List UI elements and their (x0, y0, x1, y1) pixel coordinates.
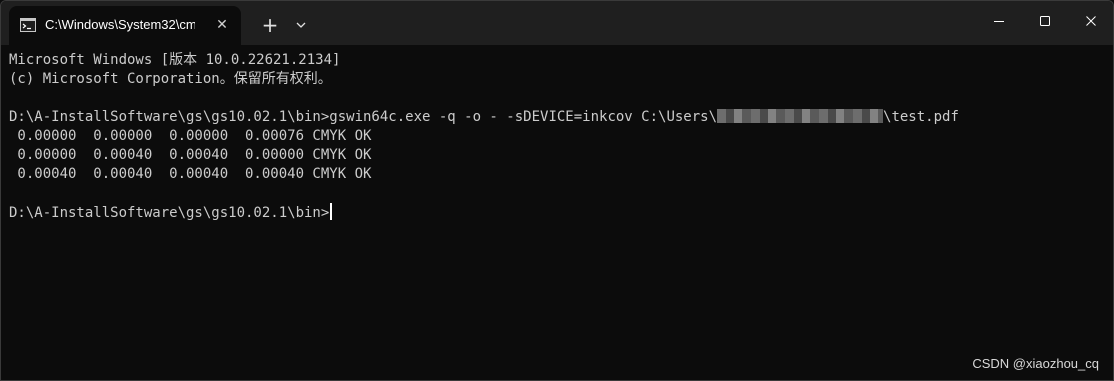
output-row: 0.00000 0.00000 0.00000 0.00076 CMYK OK (9, 128, 372, 144)
prompt-text: D:\A-InstallSoftware\gs\gs10.02.1\bin> (9, 205, 330, 221)
redacted-username (717, 109, 884, 123)
console-line-copyright: (c) Microsoft Corporation。保留所有权利。 (9, 71, 332, 87)
close-window-button[interactable] (1068, 1, 1113, 41)
console-line-prompt[interactable]: D:\A-InstallSoftware\gs\gs10.02.1\bin> (9, 203, 333, 222)
console-line-version: Microsoft Windows [版本 10.0.22621.2134] (9, 52, 341, 68)
tab-cmd[interactable]: C:\Windows\System32\cmd.exe ✕ (9, 6, 241, 45)
console-output[interactable]: Microsoft Windows [版本 10.0.22621.2134] (… (1, 45, 1113, 380)
maximize-button[interactable] (1022, 1, 1068, 41)
terminal-window: C:\Windows\System32\cmd.exe ✕ + Microso (0, 0, 1114, 381)
minimize-button[interactable] (976, 1, 1022, 41)
output-row: 0.00040 0.00040 0.00040 0.00040 CMYK OK (9, 166, 372, 182)
command-text: D:\A-InstallSoftware\gs\gs10.02.1\bin>gs… (9, 109, 718, 125)
title-bar[interactable]: C:\Windows\System32\cmd.exe ✕ + (1, 1, 1113, 45)
new-tab-button[interactable]: + (259, 14, 281, 36)
watermark: CSDN @xiaozhou_cq (972, 356, 1099, 371)
tab-close-icon[interactable]: ✕ (213, 16, 231, 34)
tab-title: C:\Windows\System32\cmd.exe (45, 17, 195, 32)
terminal-icon (20, 18, 36, 32)
close-icon (1086, 16, 1096, 26)
output-row: 0.00000 0.00040 0.00040 0.00000 CMYK OK (9, 147, 372, 163)
maximize-icon (1040, 16, 1050, 26)
text-cursor (330, 203, 333, 220)
minimize-icon (994, 21, 1004, 22)
chevron-down-icon[interactable] (291, 15, 311, 35)
console-line-command: D:\A-InstallSoftware\gs\gs10.02.1\bin>gs… (9, 108, 959, 127)
command-filename: \test.pdf (883, 109, 959, 125)
